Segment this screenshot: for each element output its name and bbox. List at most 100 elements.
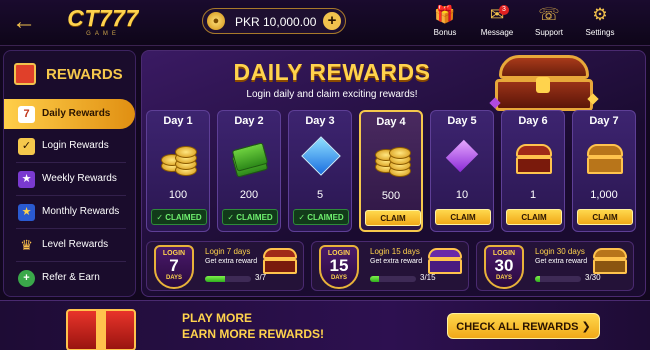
day-card-7: Day 7 1,000 CLAIM: [572, 110, 636, 232]
reward-amount: 5: [316, 189, 324, 201]
star-badge-icon: ★: [18, 171, 35, 188]
day-card-1: Day 1 100 ✓ CLAIMED: [146, 110, 210, 232]
claim-button[interactable]: CLAIM: [435, 209, 491, 225]
logo-sub-text: GAME: [86, 31, 120, 37]
progress-bar: [535, 276, 581, 282]
reward-amount: 100: [168, 189, 188, 201]
divider: [16, 261, 126, 262]
progress-bar: [205, 276, 251, 282]
day-card-4: Day 4 500 CLAIM: [359, 110, 423, 232]
claim-button[interactable]: CLAIM: [365, 210, 421, 226]
nav-support[interactable]: ☏ Support: [524, 5, 574, 43]
trophy-icon: ♛: [20, 237, 33, 253]
day-label: Day 7: [589, 115, 619, 127]
claimed-badge: ✓ CLAIMED: [151, 209, 207, 225]
back-arrow-icon[interactable]: ←: [8, 7, 40, 37]
sidebar-item-monthly-rewards[interactable]: ★ Monthly Rewards: [4, 197, 135, 227]
divider: [16, 228, 126, 229]
chest-lock: [536, 77, 550, 93]
reward-amount: 1,000: [590, 189, 618, 201]
nav-settings[interactable]: ⚙ Settings: [575, 5, 625, 43]
nav-bonus[interactable]: 🎁 Bonus: [420, 5, 470, 43]
progress-text: 3/30: [585, 273, 601, 282]
footer-line-2: EARN MORE REWARDS!: [182, 327, 325, 341]
sidebar-item-weekly-rewards[interactable]: ★ Weekly Rewards: [4, 164, 135, 194]
divider: [16, 162, 126, 163]
milestone-login-30[interactable]: LOGIN 30 DAYS Login 30 days Get extra re…: [476, 241, 634, 291]
day-label: Day 5: [447, 115, 477, 127]
add-funds-button[interactable]: +: [323, 12, 341, 30]
badge-number: 7: [169, 256, 179, 275]
logo-main-text: CT777: [67, 5, 139, 31]
purple-chest-icon: [428, 248, 462, 274]
sidebar-item-label: Level Rewards: [42, 239, 109, 250]
sidebar-item-login-rewards[interactable]: ✓ Login Rewards: [4, 131, 135, 161]
day-card-2: Day 2 200 ✓ CLAIMED: [217, 110, 281, 232]
sidebar-item-label: Daily Rewards: [42, 108, 111, 119]
milestone-login-7[interactable]: LOGIN 7 DAYS Login 7 days Get extra rewa…: [146, 241, 304, 291]
claimed-badge: ✓ CLAIMED: [293, 209, 349, 225]
sidebar-title: REWARDS: [14, 61, 129, 89]
day-label: Day 6: [518, 115, 548, 127]
gift-box-icon: [14, 63, 36, 85]
chest-lid: [499, 55, 589, 79]
login-days-badge: LOGIN 30 DAYS: [484, 245, 524, 289]
badge-number: 15: [329, 256, 349, 275]
treasure-chest-illustration: [489, 55, 599, 113]
gear-icon: ⚙: [592, 5, 608, 24]
user-plus-icon: +: [18, 270, 35, 287]
purple-gem-icon: [441, 136, 485, 180]
shield-star-icon: ★: [18, 204, 35, 221]
logo: CT777 GAME: [60, 6, 146, 40]
milestone-login-15[interactable]: LOGIN 15 DAYS Login 15 days Get extra re…: [311, 241, 469, 291]
headset-icon: ☏: [538, 5, 560, 24]
coin-stack-icon: [371, 137, 415, 181]
claimed-badge: ✓ CLAIMED: [222, 209, 278, 225]
sidebar-title-text: REWARDS: [46, 66, 123, 83]
sidebar-item-label: Monthly Rewards: [42, 206, 120, 217]
nav-support-label: Support: [534, 28, 564, 37]
day-label: Day 3: [305, 115, 335, 127]
badge-number: 30: [494, 256, 514, 275]
login-days-badge: LOGIN 15 DAYS: [319, 245, 359, 289]
calendar-icon: 7: [18, 106, 35, 123]
nav-message[interactable]: ✉ 3 Message: [472, 5, 522, 43]
milestone-subtitle: Get extra reward: [205, 258, 258, 265]
rewards-sidebar: REWARDS 7 Daily Rewards ✓ Login Rewards …: [3, 50, 136, 297]
day-label: Day 4: [376, 116, 406, 128]
treasure-chest-icon: [263, 248, 297, 274]
claim-button[interactable]: CLAIM: [577, 209, 633, 225]
message-count-badge: 3: [499, 5, 509, 15]
gold-chest-icon: [593, 248, 627, 274]
nav-bonus-label: Bonus: [433, 28, 457, 37]
check-all-rewards-button[interactable]: CHECK ALL REWARDS ❯: [447, 313, 600, 339]
gift-icon: 🎁: [434, 5, 456, 24]
nav-message-label: Message: [480, 28, 514, 37]
day-label: Day 1: [163, 115, 193, 127]
page-subtitle: Login daily and claim exciting rewards!: [246, 89, 418, 100]
sidebar-item-refer-earn[interactable]: + Refer & Earn: [4, 263, 135, 293]
progress-bar: [370, 276, 416, 282]
top-bar: ← CT777 GAME ● PKR 10,000.00 + 🎁 Bonus ✉…: [0, 0, 650, 46]
page-title: DAILY REWARDS: [233, 59, 431, 85]
sidebar-item-daily-rewards[interactable]: 7 Daily Rewards: [4, 99, 135, 129]
badge-bottom-text: DAYS: [495, 275, 513, 281]
footer-banner: PLAY MORE EARN MORE REWARDS! CHECK ALL R…: [0, 300, 650, 350]
sidebar-item-label: Login Rewards: [42, 140, 109, 151]
day-card-3: Day 3 5 ✓ CLAIMED: [288, 110, 352, 232]
reward-amount: 10: [455, 189, 469, 201]
nav-settings-label: Settings: [585, 28, 615, 37]
progress-text: 3/15: [420, 273, 436, 282]
milestone-title: Login 15 days: [370, 247, 420, 256]
milestone-title: Login 7 days: [205, 247, 251, 256]
reward-amount: 1: [529, 189, 537, 201]
coin-icon: ●: [207, 12, 225, 30]
balance-display: ● PKR 10,000.00 +: [202, 8, 346, 34]
badge-bottom-text: DAYS: [330, 275, 348, 281]
divider: [16, 195, 126, 196]
sidebar-item-level-rewards[interactable]: ♛ Level Rewards: [4, 230, 135, 260]
milestone-title: Login 30 days: [535, 247, 585, 256]
gift-box-icon: [66, 309, 136, 350]
badge-bottom-text: DAYS: [165, 275, 183, 281]
claim-button[interactable]: CLAIM: [506, 209, 562, 225]
